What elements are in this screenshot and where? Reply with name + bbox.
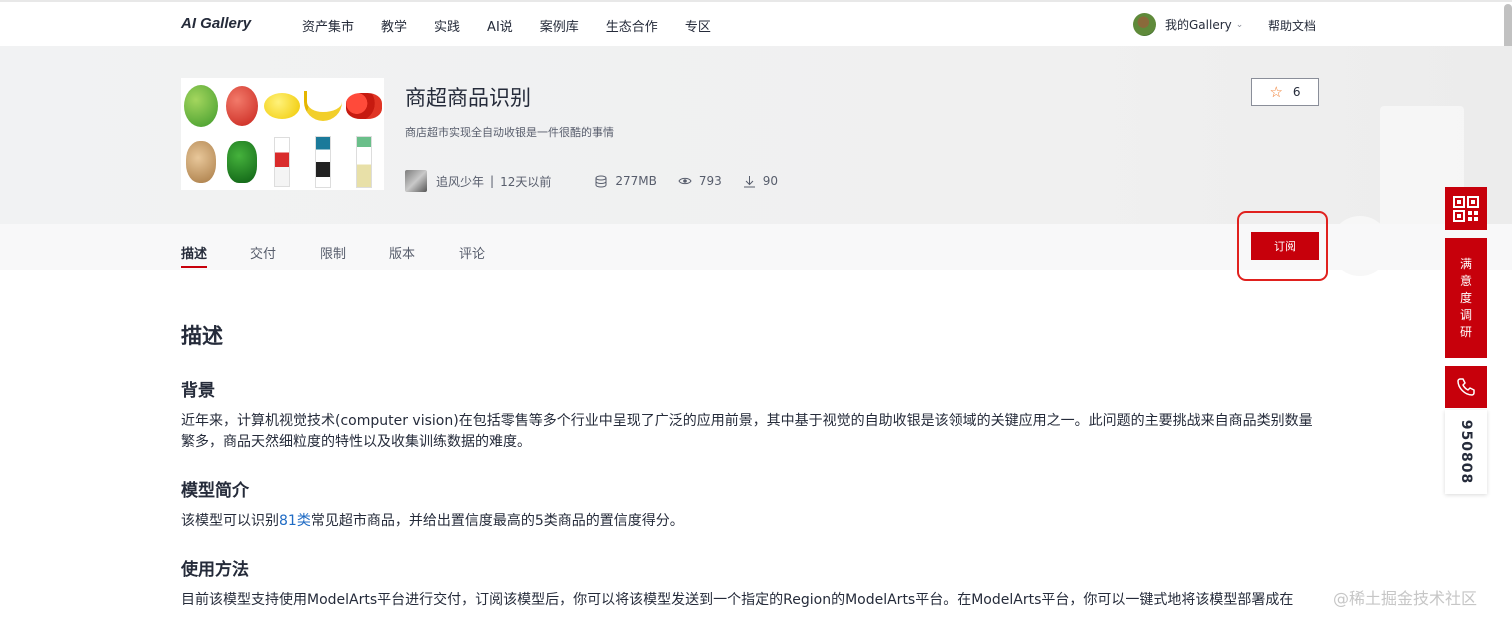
downloads-stat: 90: [743, 174, 778, 188]
nav-item-zone[interactable]: 专区: [685, 16, 711, 35]
views-stat: 793: [678, 174, 722, 188]
model-intro-text: 该模型可以识别81类常见超市商品，并给出置信度最高的5类商品的置信度得分。: [181, 511, 1316, 532]
subscribe-button[interactable]: 订阅: [1251, 232, 1319, 260]
meta-separator: |: [490, 174, 495, 188]
background-heading: 背景: [181, 381, 215, 401]
phone-icon: [1457, 378, 1475, 396]
usage-text: 目前该模型支持使用ModelArts平台进行交付，订阅该模型后，你可以将该模型发…: [181, 592, 1294, 608]
avatar[interactable]: [1133, 13, 1156, 36]
usage-heading: 使用方法: [181, 560, 249, 580]
model-intro-text-start: 该模型可以识别: [181, 513, 279, 529]
section-title: 描述: [181, 324, 223, 348]
nav-item-market[interactable]: 资产集市: [302, 16, 354, 35]
category-link[interactable]: 81类: [279, 513, 311, 529]
publish-time: 12天以前: [500, 174, 552, 189]
user-menu-label[interactable]: 我的Gallery: [1165, 16, 1232, 33]
tab-description[interactable]: 描述: [181, 243, 207, 262]
chevron-down-icon: ⌄: [1235, 19, 1244, 30]
star-icon: ☆: [1269, 83, 1283, 101]
asset-thumbnail: [181, 78, 384, 190]
phone-button[interactable]: [1445, 366, 1487, 408]
active-tab-indicator: [181, 266, 207, 268]
background-text: 近年来，计算机视觉技术(computer vision)在包括零售等多个行业中呈…: [181, 413, 1313, 450]
survey-char: 调: [1459, 307, 1472, 322]
author-name[interactable]: 追风少年: [436, 173, 484, 190]
nav-item-ai-talk[interactable]: AI说: [487, 16, 513, 35]
author-avatar[interactable]: [405, 170, 427, 192]
top-navigation-bar: AI Gallery 资产集市 教学 实践 AI说 案例库 生态合作 专区 我的…: [0, 0, 1512, 46]
view-count: 793: [698, 174, 722, 188]
qr-code-button[interactable]: [1445, 187, 1487, 230]
size-stat: 277MB: [595, 174, 657, 188]
nav-item-cases[interactable]: 案例库: [540, 16, 579, 35]
watermark: @稀土掘金技术社区: [1333, 589, 1478, 608]
download-count: 90: [762, 174, 779, 188]
star-count: 6: [1292, 85, 1301, 99]
tab-versions[interactable]: 版本: [389, 243, 415, 262]
star-button[interactable]: ☆ 6: [1251, 78, 1319, 106]
nav-item-ecosystem[interactable]: 生态合作: [606, 16, 658, 35]
survey-char: 意: [1459, 273, 1472, 288]
nav-item-practice[interactable]: 实践: [434, 16, 460, 35]
satisfaction-survey-button[interactable]: 满 意 度 调 研: [1445, 238, 1487, 358]
model-intro-text-end: 常见超市商品，并给出置信度最高的5类商品的置信度得分。: [310, 513, 684, 529]
tab-comments[interactable]: 评论: [459, 243, 485, 262]
qr-code-icon: [1453, 195, 1479, 222]
nav-item-teaching[interactable]: 教学: [381, 16, 407, 35]
eye-icon: [678, 177, 692, 185]
model-intro-heading: 模型简介: [181, 481, 249, 501]
asset-size: 277MB: [615, 174, 657, 188]
download-icon: [743, 175, 755, 187]
asset-subtitle: 商店超市实现全自动收银是一件很酷的事情: [405, 126, 614, 139]
tab-delivery[interactable]: 交付: [250, 243, 276, 262]
phone-number: 950808: [1458, 419, 1475, 485]
logo[interactable]: AI Gallery: [181, 15, 251, 32]
help-docs-link[interactable]: 帮助文档: [1268, 17, 1316, 34]
main-nav: 资产集市 教学 实践 AI说 案例库 生态合作 专区: [302, 16, 738, 35]
asset-meta: 追风少年 | 12天以前 277MB 793 90: [405, 170, 778, 192]
database-icon: [595, 175, 607, 188]
user-menu[interactable]: 我的Gallery ⌄: [1133, 13, 1243, 36]
tab-limits[interactable]: 限制: [320, 243, 346, 262]
asset-title: 商超商品识别: [405, 86, 531, 110]
survey-char: 满: [1459, 256, 1472, 271]
survey-char: 度: [1459, 290, 1472, 305]
survey-char: 研: [1459, 324, 1472, 339]
phone-number-panel: 950808: [1445, 410, 1487, 494]
